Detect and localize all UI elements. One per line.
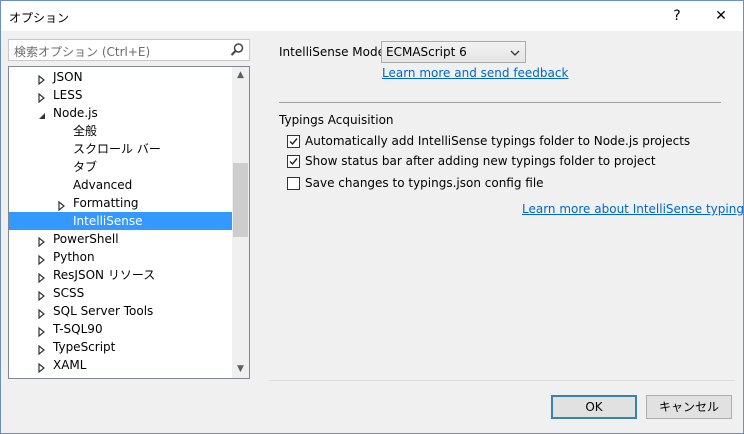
close-button[interactable]: ✕: [701, 1, 741, 31]
separator: [279, 102, 721, 103]
tree-item-label: TypeScript: [53, 340, 116, 354]
option-checkbox[interactable]: [287, 155, 300, 168]
tree-item-label: SCSS: [53, 286, 85, 300]
tree-item-label: 全般: [73, 124, 98, 138]
scroll-up-icon[interactable]: ▲: [232, 67, 249, 84]
tree-item[interactable]: PowerShell: [9, 230, 233, 248]
option-label[interactable]: Show status bar after adding new typings…: [305, 154, 656, 168]
scroll-down-icon[interactable]: ▼: [232, 361, 249, 378]
learn-more-typings-link[interactable]: Learn more about IntelliSense typings: [522, 202, 744, 216]
tree-item[interactable]: TypeScript: [9, 338, 233, 356]
tree-item-label: IntelliSense: [73, 214, 143, 228]
tree-item[interactable]: IntelliSense: [9, 212, 233, 230]
tree-item[interactable]: タブ: [9, 158, 233, 176]
tree-item[interactable]: SCSS: [9, 284, 233, 302]
checkmark-icon: [289, 138, 298, 146]
tree-item[interactable]: Advanced: [9, 176, 233, 194]
tree-item[interactable]: LESS: [9, 86, 233, 104]
tree-item[interactable]: Node.js: [9, 104, 233, 122]
tree-scrollbar[interactable]: ▲ ▼: [232, 67, 249, 378]
intellisense-mode-select[interactable]: ECMAScript 6: [381, 41, 526, 63]
ok-button[interactable]: OK: [551, 395, 637, 419]
tree-item-label: PowerShell: [53, 232, 119, 246]
help-button[interactable]: ?: [657, 1, 697, 31]
tree-collapsed-icon[interactable]: [38, 356, 48, 378]
tree-item[interactable]: ResJSON リソース: [9, 266, 233, 284]
intellisense-mode-label: IntelliSense Mode:: [279, 45, 390, 59]
tree-item[interactable]: T-SQL90: [9, 320, 233, 338]
tree-item-label: Python: [53, 250, 95, 264]
tree-item-label: Formatting: [73, 196, 139, 210]
tree-item-label: SQL Server Tools: [53, 304, 154, 318]
learn-more-feedback-link[interactable]: Learn more and send feedback: [382, 66, 568, 80]
tree-item-label: スクロール バー: [73, 142, 161, 156]
intellisense-mode-value: ECMAScript 6: [386, 45, 467, 59]
option-label[interactable]: Automatically add IntelliSense typings f…: [305, 134, 690, 148]
tree-item[interactable]: XAML: [9, 356, 233, 374]
options-dialog: オプション ? ✕ 検索オプション (Ctrl+E) JSON LESS Node.…: [0, 0, 744, 434]
option-checkbox[interactable]: [287, 135, 300, 148]
tree-item[interactable]: SQL Server Tools: [9, 302, 233, 320]
typings-section-title: Typings Acquisition: [279, 113, 394, 127]
tree-item-label: JSON: [53, 70, 83, 84]
option-checkbox[interactable]: [287, 177, 300, 190]
options-tree[interactable]: JSON LESS Node.js 全般スクロール バー タブ Advanced Forma…: [8, 66, 250, 379]
scroll-thumb[interactable]: [233, 163, 248, 237]
search-placeholder: 検索オプション (Ctrl+E): [14, 45, 151, 59]
tree-item[interactable]: Python: [9, 248, 233, 266]
tree-item-label: ResJSON リソース: [53, 268, 156, 282]
tree-item-label: Node.js: [53, 106, 98, 120]
tree-item-label: タブ: [73, 160, 98, 174]
tree-item[interactable]: 全般: [9, 122, 233, 140]
search-input[interactable]: 検索オプション (Ctrl+E): [8, 39, 250, 61]
title-bar: オプション ? ✕: [1, 1, 743, 31]
tree-item-label: T-SQL90: [53, 322, 103, 336]
option-label[interactable]: Save changes to typings.json config file: [305, 176, 544, 190]
cancel-button[interactable]: キャンセル: [646, 395, 732, 419]
search-icon[interactable]: [229, 42, 245, 58]
chevron-down-icon: [510, 47, 520, 57]
footer-separator: [269, 380, 735, 381]
tree-item-label: Advanced: [73, 178, 133, 192]
checkmark-icon: [289, 158, 298, 166]
tree-item-label: XAML: [53, 358, 87, 372]
tree-item[interactable]: Formatting: [9, 194, 233, 212]
tree-item[interactable]: スクロール バー: [9, 140, 233, 158]
tree-item-label: LESS: [53, 88, 83, 102]
window-title: オプション: [9, 11, 70, 25]
tree-item[interactable]: JSON: [9, 68, 233, 86]
